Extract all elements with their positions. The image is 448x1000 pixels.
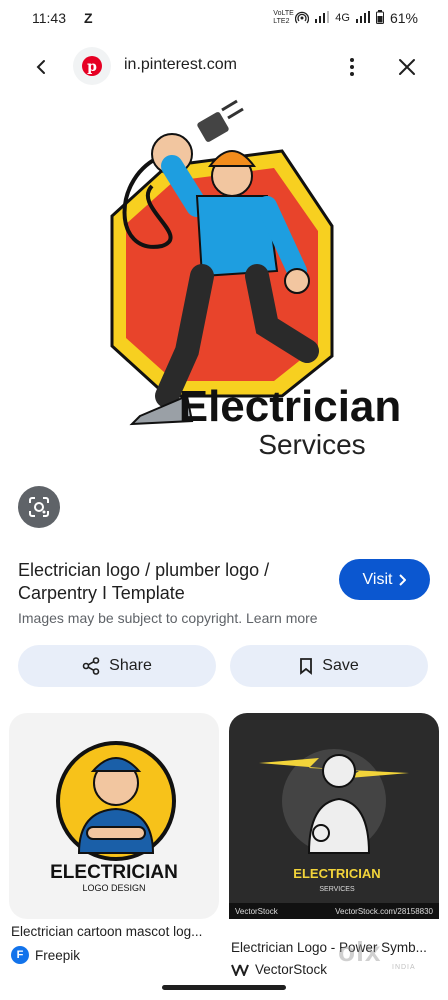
source-name-1: Freepik xyxy=(35,947,81,963)
close-icon[interactable] xyxy=(394,54,420,80)
card2-logo-word: ELECTRICIAN xyxy=(293,866,380,881)
signal-icon xyxy=(315,10,330,26)
back-arrow-icon[interactable] xyxy=(28,54,54,80)
pinterest-icon: p xyxy=(82,56,102,76)
hero-logo-word: Electrician xyxy=(179,382,402,431)
olx-watermark-sub: INDIA xyxy=(392,964,416,971)
svg-text:p: p xyxy=(87,59,97,75)
visit-button[interactable]: Visit xyxy=(339,559,430,600)
bookmark-icon xyxy=(300,658,313,675)
url-text[interactable]: in.pinterest.com xyxy=(124,56,237,74)
hero-logo-sub: Services xyxy=(258,429,365,460)
lens-button[interactable] xyxy=(18,486,60,528)
share-icon xyxy=(82,657,100,675)
related-image-1[interactable]: ELECTRICIAN LOGO DESIGN xyxy=(9,713,219,919)
save-button[interactable]: Save xyxy=(230,645,428,687)
card1-logo-word: ELECTRICIAN xyxy=(50,862,178,883)
strip-right: VectorStock.com/28158830 xyxy=(335,906,433,916)
hotspot-icon xyxy=(295,10,310,27)
battery-percent: 61% xyxy=(389,10,418,26)
card1-logo-sub: LOGO DESIGN xyxy=(82,883,145,893)
strip-left: VectorStock xyxy=(235,906,278,916)
result-image[interactable]: Electrician Services xyxy=(92,96,432,466)
source-name-2: VectorStock xyxy=(255,962,328,977)
status-time: 11:43 xyxy=(32,10,66,26)
card2-logo-sub: SERVICES xyxy=(319,886,355,893)
lens-icon xyxy=(29,497,49,517)
status-bar: 11:43 Z VoLTE LTE2 4G 61% xyxy=(0,0,448,36)
home-indicator[interactable] xyxy=(162,985,286,990)
copyright-note[interactable]: Images may be subject to copyright. Lear… xyxy=(18,610,318,626)
related-caption-2[interactable]: Electrician Logo - Power Symb... xyxy=(231,940,437,955)
browser-toolbar: p in.pinterest.com xyxy=(0,44,448,90)
result-title: Electrician logo / plumber logo / Carpen… xyxy=(18,560,270,603)
related-source-2[interactable]: VectorStock xyxy=(231,962,327,977)
net-type: 4G xyxy=(335,12,350,24)
visit-label: Visit xyxy=(362,570,393,588)
vectorstock-icon xyxy=(231,964,249,976)
more-options-icon[interactable] xyxy=(340,54,364,80)
share-button[interactable]: Share xyxy=(18,645,216,687)
related-caption-1[interactable]: Electrician cartoon mascot log... xyxy=(11,924,217,939)
related-image-2[interactable]: ELECTRICIAN SERVICES VectorStock VectorS… xyxy=(229,713,439,919)
chevron-right-icon xyxy=(399,573,407,586)
save-label: Save xyxy=(322,657,359,674)
battery-icon xyxy=(375,9,384,27)
signal-icon-2 xyxy=(355,10,370,26)
freepik-icon: F xyxy=(11,946,29,964)
olx-watermark: olx xyxy=(338,936,382,967)
volte-label: VoLTE LTE2 xyxy=(273,10,294,25)
vectorstock-strip: VectorStock VectorStock.com/28158830 xyxy=(229,903,439,919)
site-favicon[interactable]: p xyxy=(73,47,111,85)
status-notification-icon: Z xyxy=(84,10,93,26)
related-source-1[interactable]: F Freepik xyxy=(11,946,80,964)
share-label: Share xyxy=(109,657,152,674)
